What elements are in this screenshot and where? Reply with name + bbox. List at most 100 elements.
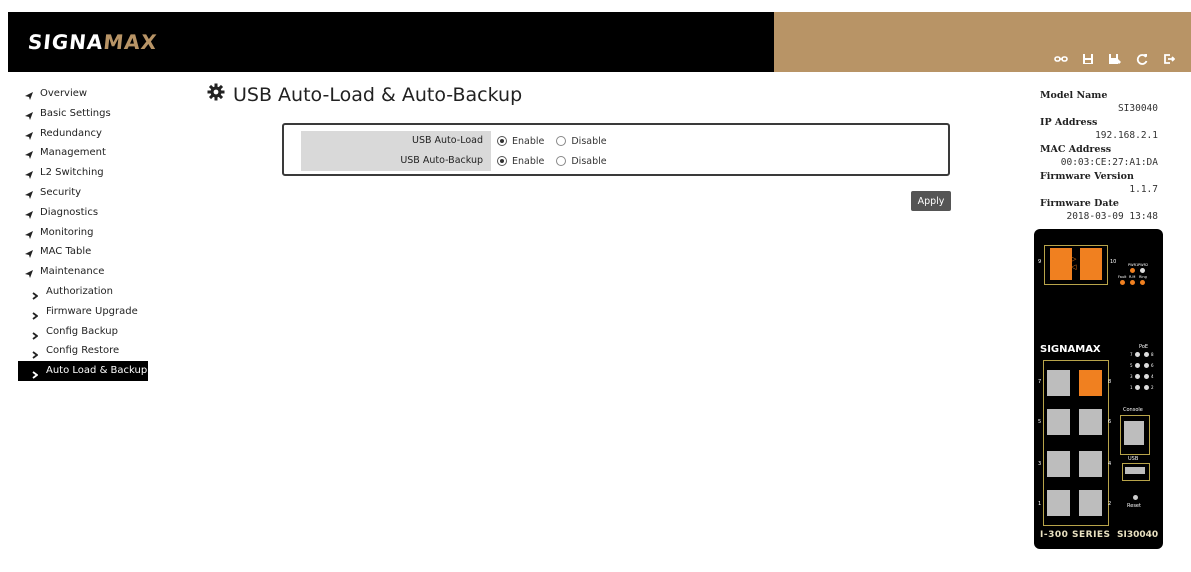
fault-led [1120,280,1125,285]
chevron-right-icon [32,367,39,387]
poe-number: 1 [1130,385,1133,390]
firmware-date-value: 2018-03-09 13:48 [1066,211,1158,222]
usb-auto-load-disable-radio[interactable] [556,136,567,146]
save-as-icon[interactable] [1107,52,1123,66]
device-model-label: SI30040 [1117,530,1159,540]
poe-label: PoE [1139,344,1149,350]
save-icon[interactable] [1080,52,1096,66]
reset-button [1133,495,1138,500]
sfp-arrow-icon: ▷ ◁ [1071,255,1077,271]
sidebar-item-label: Diagnostics [40,206,99,218]
poe-led-3 [1135,374,1140,379]
sidebar-subitem-config-restore[interactable]: Config Restore [8,341,168,361]
sidebar-item-label: Management [40,147,106,159]
rm-led [1130,280,1135,285]
poe-led-6 [1144,363,1149,368]
sidebar-item-label: Maintenance [40,266,105,278]
enable-label: Enable [512,155,545,167]
rj45-port-8 [1079,370,1102,396]
port-number: 8 [1108,379,1112,385]
rj45-port-4 [1079,451,1102,477]
logout-icon[interactable] [1161,52,1177,66]
usb-auto-load-label: USB Auto-Load [301,131,491,151]
sidebar-item-label: Security [40,186,82,198]
poe-number: 8 [1151,352,1154,357]
sidebar-item-label: L2 Switching [40,167,104,179]
firmware-date-label: Firmware Date [1040,198,1119,209]
sidebar-subitem-label: Config Backup [46,325,118,337]
ip-address-label: IP Address [1040,117,1098,128]
usb-auto-load-row: USB Auto-Load Enable Disable [301,131,941,151]
sidebar-item-security[interactable]: Security [8,183,168,203]
reset-label: Reset [1127,503,1141,509]
series-label: I-300 SERIES [1040,530,1111,540]
disable-label: Disable [571,155,607,167]
poe-number: 3 [1130,374,1133,379]
usb-auto-backup-enable-radio[interactable] [497,156,507,166]
poe-number: 6 [1151,363,1154,368]
sidebar-subitem-config-backup[interactable]: Config Backup [8,322,168,342]
sidebar-item-management[interactable]: Management [8,143,168,163]
sidebar-item-label: Redundancy [40,127,102,139]
refresh-icon[interactable] [1134,52,1150,66]
model-name-value: SI30040 [1117,103,1158,114]
led-label: Ring [1139,275,1147,279]
sidebar-item-overview[interactable]: Overview [8,84,168,104]
page-title-text: USB Auto-Load & Auto-Backup [233,83,523,106]
sidebar-subitem-label: Auto Load & Backup [46,365,148,377]
sidebar-subitem-auto-load-backup[interactable]: Auto Load & Backup [18,361,148,381]
sidebar-item-maintenance[interactable]: Maintenance [8,262,168,282]
gear-icon [207,83,225,106]
poe-led-1 [1135,385,1140,390]
sidebar-item-label: Overview [40,88,88,99]
sidebar-item-mac-table[interactable]: MAC Table [8,242,168,262]
sidebar-item-diagnostics[interactable]: Diagnostics [8,203,168,223]
disable-label: Disable [571,135,607,147]
port-number: 10 [1110,259,1117,265]
usb-port [1125,467,1145,474]
device-info-panel: Model Name SI30040 IP Address 192.168.2.… [1040,89,1158,224]
port-number: 6 [1108,419,1112,425]
led-label: Fault [1118,275,1127,279]
sfp-port-9 [1050,248,1072,280]
rj45-port-6 [1079,409,1102,435]
ip-address-value: 192.168.2.1 [1095,130,1158,141]
port-number: 2 [1108,501,1112,507]
sidebar-item-label: Basic Settings [40,107,111,119]
link-icon[interactable] [1053,52,1069,66]
header-toolbar [1053,52,1177,66]
pwr2-led [1140,268,1145,273]
usb-auto-load-enable-radio[interactable] [497,136,507,146]
usb-settings-form: USB Auto-Load Enable Disable USB Auto-Ba… [282,123,950,176]
sidebar-item-label: MAC Table [40,246,92,258]
sidebar-subitem-firmware-upgrade[interactable]: Firmware Upgrade [8,302,168,322]
led-label: PWR1 [1128,263,1139,267]
usb-auto-backup-disable-radio[interactable] [556,156,567,166]
rj45-port-2 [1079,490,1102,516]
led-label: R.M [1129,275,1136,279]
mac-address-value: 00:03:CE:27:A1:DA [1060,157,1158,168]
brand-logo: SIGNAMAX [26,30,159,54]
sidebar-item-l2-switching[interactable]: L2 Switching [8,163,168,183]
apply-button[interactable]: Apply [911,191,951,211]
enable-label: Enable [512,135,545,147]
sidebar-item-label: Monitoring [40,226,94,238]
usb-auto-backup-row: USB Auto-Backup Enable Disable [301,151,941,171]
sidebar-item-basic-settings[interactable]: Basic Settings [8,104,168,124]
sidebar-item-redundancy[interactable]: Redundancy [8,124,168,144]
firmware-version-value: 1.1.7 [1129,184,1158,195]
usb-label: USB [1128,456,1139,462]
pwr1-led [1130,268,1135,273]
switch-front-panel: ▷ ◁ 9 10 PWR1 PWR2 Fault R.M Ring SIGNAMA… [1034,229,1163,549]
sidebar-subitem-authorization[interactable]: Authorization [8,282,168,302]
rj45-port-1 [1047,490,1070,516]
led-label: PWR2 [1138,263,1149,267]
usb-auto-load-options: Enable Disable [491,131,619,151]
port-number: 5 [1038,419,1042,425]
device-brand: SIGNAMAX [1040,344,1101,355]
port-number: 3 [1038,461,1042,467]
poe-led-2 [1144,385,1149,390]
port-number: 9 [1038,259,1042,265]
poe-led-7 [1135,352,1140,357]
sidebar-item-monitoring[interactable]: Monitoring [8,223,168,243]
